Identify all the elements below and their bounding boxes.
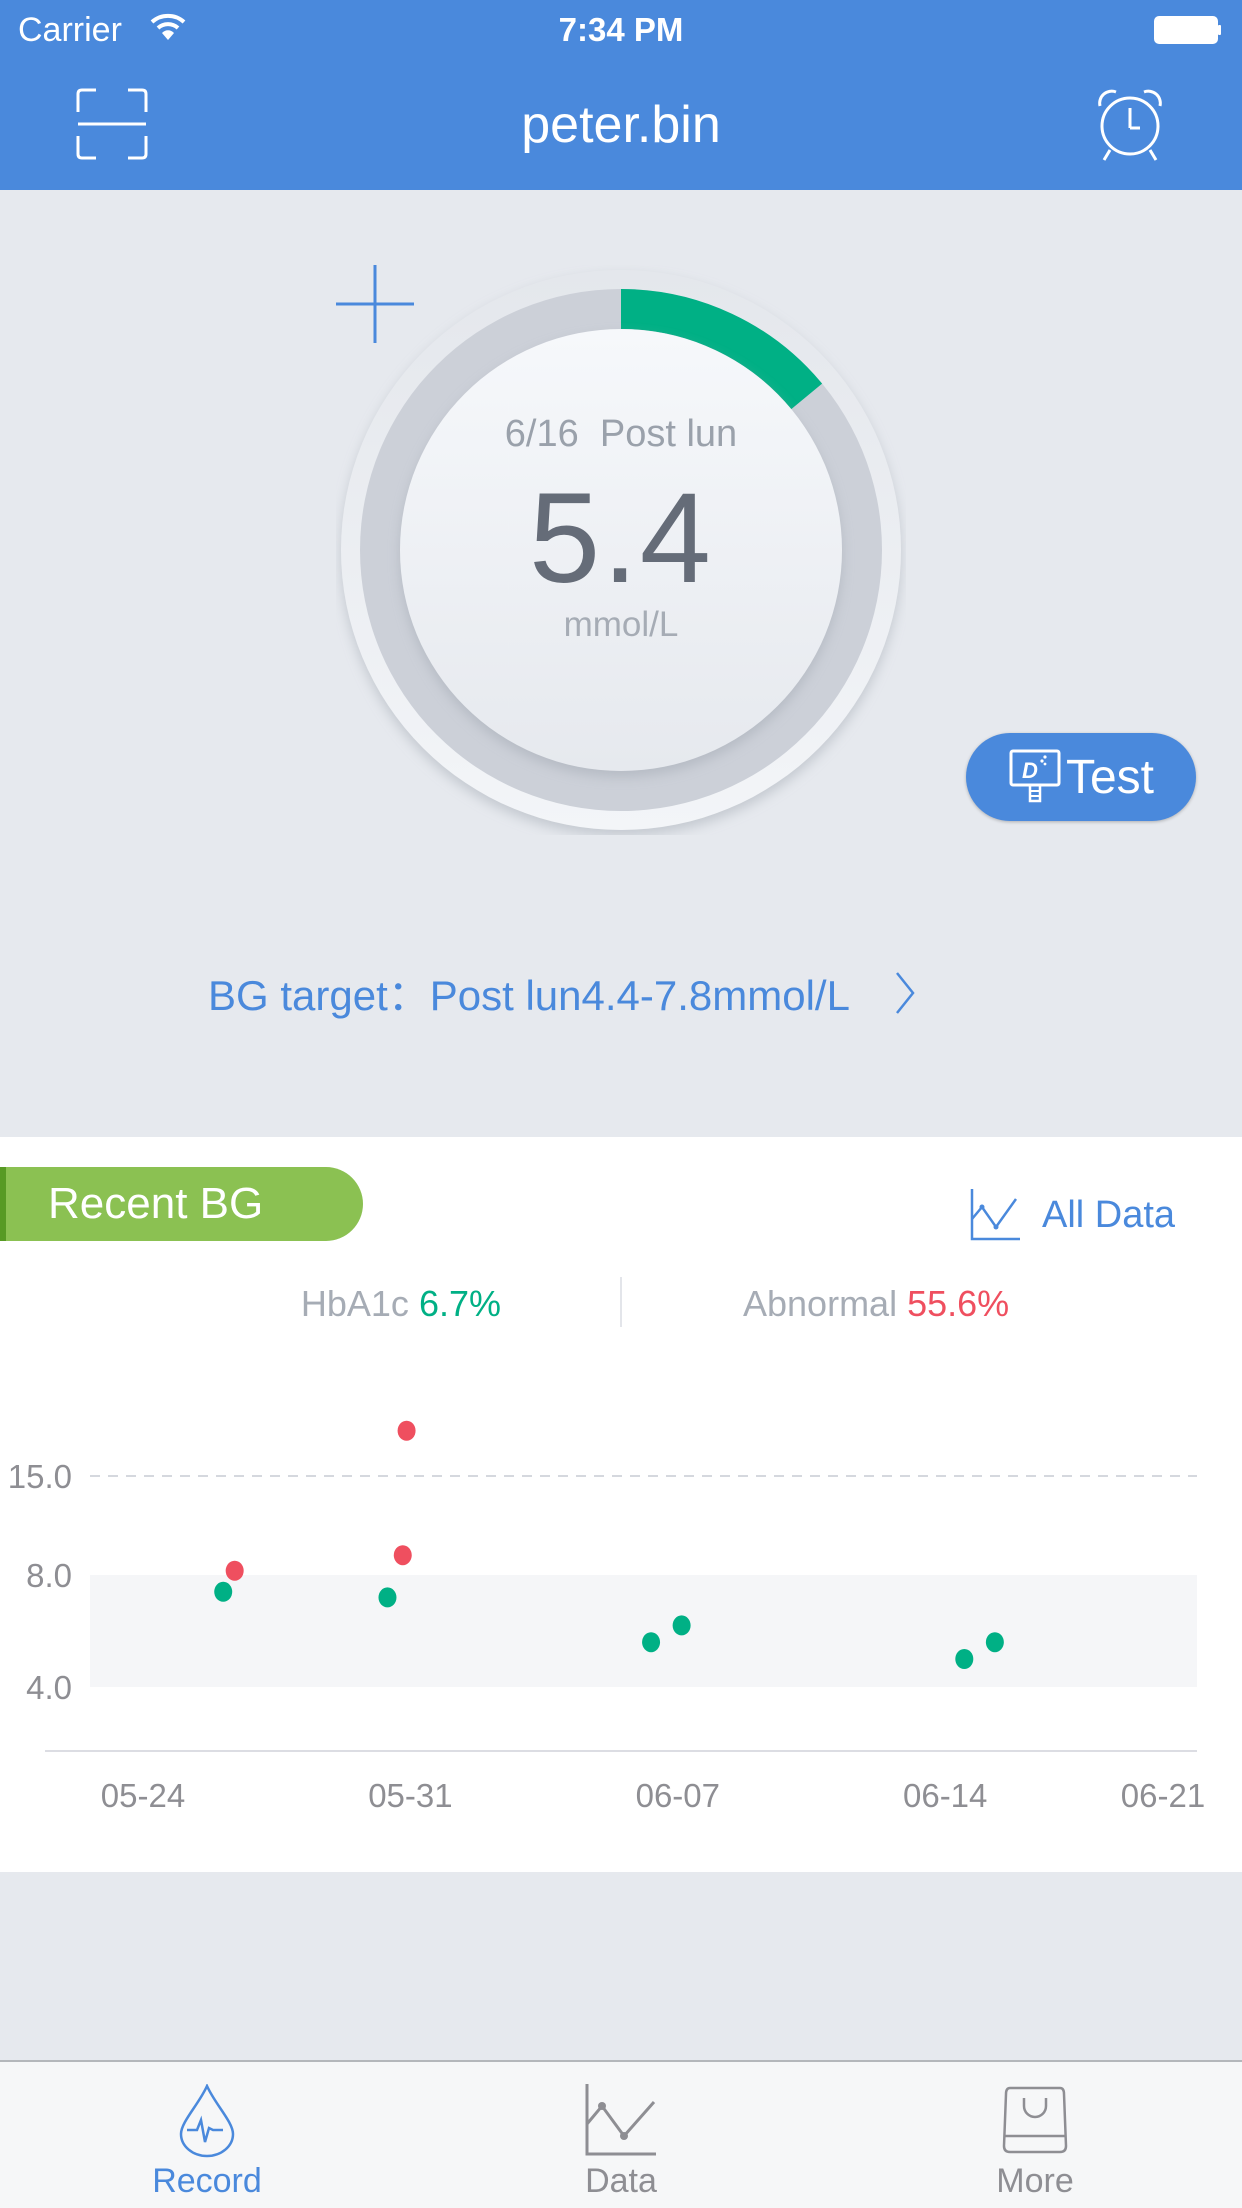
tab-more-label: More — [996, 2162, 1074, 2200]
blood-drop-icon — [179, 2084, 235, 2158]
test-button[interactable]: D Test — [966, 733, 1196, 821]
normal-reading-point[interactable] — [955, 1649, 974, 1669]
tab-record-label: Record — [152, 2162, 262, 2200]
tab-more[interactable]: More — [828, 2062, 1242, 2208]
x-tick-label: 06-21 — [1121, 1777, 1205, 1814]
tab-bar: Record Data More — [0, 2060, 1242, 2208]
normal-reading-point[interactable] — [985, 1632, 1004, 1653]
tab-data-label: Data — [585, 2162, 657, 2200]
glucose-meter-icon: D — [1009, 749, 1061, 803]
abnormal-reading-point[interactable] — [397, 1420, 416, 1441]
reading-unit: mmol/L — [563, 605, 679, 644]
bg-gauge[interactable]: 6/16 Post lun 5.4 mmol/L — [336, 265, 906, 835]
normal-reading-point[interactable] — [672, 1615, 691, 1636]
target-range-band — [90, 1575, 1197, 1687]
battery-icon — [1154, 16, 1221, 44]
chevron-right-icon — [895, 971, 915, 1014]
normal-reading-point[interactable] — [642, 1632, 661, 1653]
page-title: peter.bin — [521, 96, 721, 154]
reading-label: 6/16 Post lun — [504, 413, 738, 455]
tab-data[interactable]: Data — [414, 2062, 828, 2208]
test-button-label: Test — [1065, 750, 1155, 804]
svg-text:D: D — [1022, 758, 1038, 783]
header: Carrier 7:34 PM peter.bin — [0, 0, 1242, 190]
y-tick-label: 4.0 — [26, 1669, 72, 1706]
abnormal-reading-point[interactable] — [225, 1560, 244, 1581]
normal-reading-point[interactable] — [214, 1581, 233, 1602]
abnormal-reading-point[interactable] — [393, 1545, 412, 1566]
bg-scatter-chart: 4.0 8.0 15.0 05-24 05-31 06-07 06-14 06-21 — [8, 1420, 1205, 1814]
status-bar: Carrier 7:34 PM — [0, 0, 1242, 60]
y-tick-label: 8.0 — [26, 1557, 72, 1594]
add-reading-icon[interactable] — [336, 265, 414, 343]
normal-reading-point[interactable] — [378, 1587, 397, 1608]
tab-record[interactable]: Record — [0, 2062, 414, 2208]
alarm-clock-icon[interactable] — [1094, 86, 1166, 162]
reading-value: 5.4 — [529, 467, 713, 610]
bg-target-text: BG target：Post lun4.4-7.8mmol/L — [208, 972, 850, 1019]
x-tick-label: 06-14 — [903, 1777, 987, 1814]
x-tick-label: 05-31 — [368, 1777, 452, 1814]
status-time: 7:34 PM — [558, 11, 684, 48]
bg-target-link[interactable]: BG target：Post lun4.4-7.8mmol/L — [208, 962, 916, 1023]
y-tick-label: 15.0 — [8, 1458, 72, 1495]
x-tick-label: 05-24 — [101, 1777, 185, 1814]
bag-icon — [1002, 2086, 1068, 2154]
line-chart-icon — [585, 2084, 656, 2156]
x-tick-label: 06-07 — [636, 1777, 720, 1814]
